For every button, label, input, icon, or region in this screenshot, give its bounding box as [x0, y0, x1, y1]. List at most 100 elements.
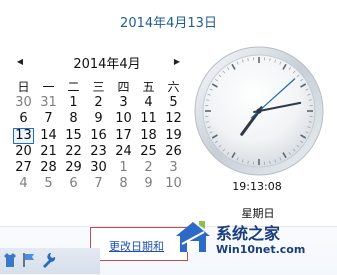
calendar-day[interactable]: 1	[111, 160, 136, 176]
calendar-day[interactable]: 5	[161, 95, 186, 111]
shirt-icon[interactable]	[2, 251, 18, 269]
calendar-day[interactable]: 23	[86, 144, 111, 160]
calendar-day[interactable]: 31	[36, 95, 61, 111]
calendar-day[interactable]: 4	[11, 176, 36, 192]
watermark: 系统之家 Win10net.com	[172, 212, 337, 274]
calendar-day[interactable]: 11	[136, 111, 161, 127]
weekday-header-row: 日一二三四五六	[11, 79, 186, 95]
weekday-label: 三	[86, 79, 111, 95]
calendar-day-number: 4	[19, 176, 27, 191]
calendar-day[interactable]: 2	[86, 95, 111, 111]
calendar-day[interactable]: 2	[136, 160, 161, 176]
calendar-day-number: 9	[144, 176, 152, 191]
calendar-day-number: 1	[119, 160, 127, 175]
calendar-day[interactable]: 10	[111, 111, 136, 127]
calendar-day[interactable]: 4	[136, 95, 161, 111]
calendar-day-number: 27	[15, 160, 32, 175]
calendar-day-number: 2	[144, 160, 152, 175]
calendar-day[interactable]: 29	[61, 160, 86, 176]
change-date-time-link[interactable]: 更改日期和	[109, 238, 164, 254]
calendar-day[interactable]: 6	[61, 176, 86, 192]
calendar-day-number: 8	[119, 176, 127, 191]
calendar-day[interactable]: 26	[161, 144, 186, 160]
calendar-week-row: 30 31 1 2345	[11, 95, 186, 111]
calendar-day-number: 5	[44, 176, 52, 191]
calendar-day-number: 17	[115, 128, 132, 143]
calendar-day[interactable]: 22	[61, 144, 86, 160]
calendar-day[interactable]: 9	[136, 176, 161, 192]
calendar-day[interactable]: 7	[86, 176, 111, 192]
calendar-day[interactable]: 5	[36, 176, 61, 192]
digital-time: 19:13:08	[224, 180, 290, 193]
calendar-day-number: 21	[40, 144, 57, 159]
weekday-label: 二	[61, 79, 86, 95]
calendar-day[interactable]: 17	[111, 128, 136, 144]
calendar-day[interactable]: 20	[11, 144, 36, 160]
calendar-day-number: 4	[144, 95, 152, 110]
calendar-day-number: 12	[165, 111, 182, 126]
calendar-day[interactable]: 1	[61, 95, 86, 111]
calendar-day[interactable]: 27	[11, 160, 36, 176]
calendar-day[interactable]: 21	[36, 144, 61, 160]
calendar-day-number: 26	[165, 144, 182, 159]
calendar-day-number: 1	[69, 95, 77, 110]
flag-icon[interactable]	[21, 251, 37, 269]
calendar-day-number: 30	[15, 95, 32, 110]
calendar-week-row: 27 28 29 30 1 2 3	[11, 160, 186, 176]
calendar-day-number: 2	[94, 95, 102, 110]
calendar-day-today[interactable]: 13	[11, 128, 36, 144]
watermark-subtitle: Win10net.com	[216, 243, 305, 256]
calendar-day[interactable]: 3	[161, 160, 186, 176]
calendar-day[interactable]: 9	[86, 111, 111, 127]
calendar-day[interactable]: 30	[86, 160, 111, 176]
calendar-day[interactable]: 6	[11, 111, 36, 127]
calendar-day-number: 15	[65, 128, 82, 143]
calendar-weeks: 3031123456789101112131415161718192021222…	[11, 95, 186, 193]
calendar-day-number: 19	[165, 128, 182, 143]
weekday-label: 日	[11, 79, 36, 95]
calendar-day-number: 14	[40, 128, 57, 143]
calendar-day-number: 24	[115, 144, 132, 159]
calendar-day[interactable]: 3	[111, 95, 136, 111]
calendar-day-number: 7	[44, 111, 52, 126]
wrench-icon[interactable]	[40, 251, 56, 269]
calendar-day-number: 7	[94, 176, 102, 191]
calendar-day[interactable]: 19	[161, 128, 186, 144]
weekday-label: 六	[161, 79, 186, 95]
calendar-day[interactable]: 8	[111, 176, 136, 192]
calendar-week-row: 20 21 22 23 24 25 26	[11, 144, 186, 160]
calendar-day-number: 13	[13, 128, 34, 144]
calendar-day-number: 18	[140, 128, 157, 143]
calendar-day-number: 10	[115, 111, 132, 126]
calendar-week-row: 6789 10 11 12	[11, 111, 186, 127]
calendar-day[interactable]: 28	[36, 160, 61, 176]
calendar-day[interactable]: 14	[36, 128, 61, 144]
calendar-day[interactable]: 12	[161, 111, 186, 127]
calendar-day-number: 30	[90, 160, 107, 175]
calendar-day-number: 10	[165, 176, 182, 191]
calendar-day[interactable]: 16	[86, 128, 111, 144]
calendar-day-number: 6	[69, 176, 77, 191]
calendar-day[interactable]: 10	[161, 176, 186, 192]
next-month-button[interactable]: ▶	[172, 57, 182, 67]
triangle-left-icon: ◀	[17, 57, 23, 66]
month-title[interactable]: 2014年4月	[52, 53, 162, 72]
calendar-week-row: 4 5 6 7 8 9 10	[11, 176, 186, 192]
calendar-day-number: 23	[90, 144, 107, 159]
calendar-day-number: 20	[15, 144, 32, 159]
watermark-title: 系统之家	[216, 220, 280, 244]
weekday-label: 一	[36, 79, 61, 95]
weekday-label: 五	[136, 79, 161, 95]
calendar-day[interactable]: 24	[111, 144, 136, 160]
calendar-day[interactable]: 18	[136, 128, 161, 144]
previous-month-button[interactable]: ◀	[15, 57, 25, 67]
calendar-day[interactable]: 8	[61, 111, 86, 127]
calendar-day[interactable]: 15	[61, 128, 86, 144]
calendar-day[interactable]: 7	[36, 111, 61, 127]
calendar-day[interactable]: 30	[11, 95, 36, 111]
calendar-day-number: 25	[140, 144, 157, 159]
calendar-day-number: 11	[140, 111, 157, 126]
calendar-day[interactable]: 25	[136, 144, 161, 160]
calendar-day-number: 28	[40, 160, 57, 175]
calendar-day-number: 3	[169, 160, 177, 175]
